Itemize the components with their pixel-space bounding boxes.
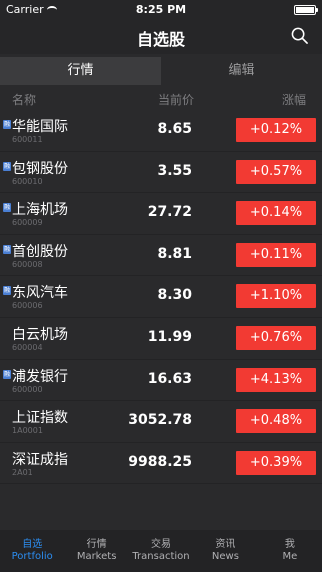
tabbar-label-en: Portfolio bbox=[11, 551, 53, 562]
tabbar-label-en: News bbox=[211, 551, 239, 562]
tabbar-label-cn: 行情 bbox=[86, 539, 107, 550]
column-name: 名称 bbox=[12, 93, 37, 107]
tabbar-label-en: Markets bbox=[76, 551, 117, 562]
stock-code: 600009 bbox=[12, 218, 43, 228]
stock-row[interactable]: 上证指数 1A0001 3052.78 +0.48% bbox=[0, 401, 322, 443]
tabbar-label-cn: 自选 bbox=[22, 539, 43, 550]
bottom-tab-bar: 自选 Portfolio 行情 Markets 交易 Transaction 资讯 News 我… bbox=[0, 530, 322, 572]
stock-row[interactable]: 融首创股份 600008 8.81 +0.11% bbox=[0, 235, 322, 277]
tabbar-item-news[interactable]: 资讯 News bbox=[193, 530, 257, 572]
column-price: 当前价 bbox=[158, 93, 195, 107]
change-badge[interactable]: +0.57% bbox=[236, 159, 316, 184]
tabbar-label-en: Me bbox=[282, 551, 298, 562]
stock-price: 8.65 bbox=[157, 121, 192, 137]
stock-name: 东风汽车 bbox=[12, 285, 68, 302]
tab-edit[interactable]: 编辑 bbox=[161, 57, 322, 85]
tabbar-item-transaction[interactable]: 交易 Transaction bbox=[129, 530, 193, 572]
stock-price: 16.63 bbox=[147, 370, 192, 387]
nav-bar: 自选股 bbox=[0, 20, 322, 54]
margin-badge-icon: 融 bbox=[3, 203, 11, 213]
stock-code: 1A0001 bbox=[12, 426, 43, 436]
change-badge[interactable]: +0.39% bbox=[236, 450, 316, 475]
column-header: 名称 当前价 涨幅 bbox=[0, 88, 322, 110]
stock-row[interactable]: 融华能国际 600011 8.65 +0.12% bbox=[0, 110, 322, 152]
status-bar: Carrier 8:25 PM bbox=[0, 0, 322, 20]
stock-name: 华能国际 bbox=[12, 119, 68, 135]
page-title: 自选股 bbox=[136, 30, 185, 49]
change-badge[interactable]: +1.10% bbox=[236, 284, 316, 309]
margin-badge-icon: 融 bbox=[3, 244, 11, 254]
stock-price: 8.30 bbox=[157, 287, 192, 304]
stock-row[interactable]: 融包钢股份 600010 3.55 +0.57% bbox=[0, 152, 322, 194]
change-badge[interactable]: +0.14% bbox=[236, 201, 316, 226]
stock-row[interactable]: 深证成指 2A01 9988.25 +0.39% bbox=[0, 443, 322, 485]
margin-badge-icon: 融 bbox=[3, 120, 11, 129]
stock-price: 27.72 bbox=[147, 204, 192, 221]
tabbar-item-markets[interactable]: 行情 Markets bbox=[64, 530, 128, 572]
stock-code: 600000 bbox=[12, 384, 43, 394]
change-badge[interactable]: +0.11% bbox=[236, 242, 316, 267]
column-change: 涨幅 bbox=[281, 93, 306, 107]
segment-control: 行情 编辑 bbox=[0, 57, 322, 85]
stock-price: 9988.25 bbox=[128, 453, 192, 470]
stock-price: 3052.78 bbox=[128, 412, 192, 429]
stock-price: 8.81 bbox=[157, 245, 192, 262]
change-badge[interactable]: +0.48% bbox=[236, 409, 316, 434]
margin-badge-icon: 融 bbox=[3, 286, 11, 296]
stock-row[interactable]: 白云机场 600004 11.99 +0.76% bbox=[0, 318, 322, 360]
change-badge[interactable]: +0.12% bbox=[236, 118, 316, 142]
stock-name: 深证成指 bbox=[12, 451, 68, 468]
tabbar-label-cn: 我 bbox=[284, 539, 295, 550]
stock-name: 上证指数 bbox=[12, 410, 68, 427]
change-badge[interactable]: +0.76% bbox=[236, 325, 316, 350]
stock-row[interactable]: 融上海机场 600009 27.72 +0.14% bbox=[0, 193, 322, 235]
stock-code: 600011 bbox=[12, 135, 43, 144]
stock-name: 白云机场 bbox=[12, 326, 68, 343]
tabbar-item-me[interactable]: 我 Me bbox=[258, 530, 322, 572]
tabbar-label-cn: 交易 bbox=[151, 539, 172, 550]
margin-badge-icon: 融 bbox=[3, 161, 11, 171]
tab-quotes[interactable]: 行情 bbox=[0, 57, 161, 85]
tabbar-label-cn: 资讯 bbox=[215, 539, 236, 550]
stock-code: 2A01 bbox=[12, 467, 33, 477]
search-icon[interactable] bbox=[291, 27, 308, 44]
stock-list: 融华能国际 600011 8.65 +0.12% 融包钢股份 600010 3.55 +0.5… bbox=[0, 110, 322, 485]
stock-price: 11.99 bbox=[147, 328, 192, 345]
stock-name: 浦发银行 bbox=[12, 368, 68, 385]
stock-row[interactable]: 融浦发银行 600000 16.63 +4.13% bbox=[0, 360, 322, 402]
stock-name: 上海机场 bbox=[12, 202, 68, 219]
stock-name: 首创股份 bbox=[12, 243, 68, 260]
margin-badge-icon: 融 bbox=[3, 369, 11, 379]
stock-price: 3.55 bbox=[157, 162, 192, 179]
stock-code: 600004 bbox=[12, 342, 43, 352]
stock-code: 600008 bbox=[12, 259, 43, 269]
status-time: 8:25 PM bbox=[135, 3, 187, 16]
stock-row[interactable]: 融东风汽车 600006 8.30 +1.10% bbox=[0, 276, 322, 318]
stock-code: 600010 bbox=[12, 176, 43, 186]
tabbar-label-en: Transaction bbox=[132, 551, 190, 562]
battery-icon bbox=[294, 5, 318, 15]
stock-name: 包钢股份 bbox=[12, 160, 68, 177]
tabbar-item-portfolio[interactable]: 自选 Portfolio bbox=[0, 530, 64, 572]
change-badge[interactable]: +4.13% bbox=[236, 367, 316, 392]
stock-code: 600006 bbox=[12, 301, 43, 311]
